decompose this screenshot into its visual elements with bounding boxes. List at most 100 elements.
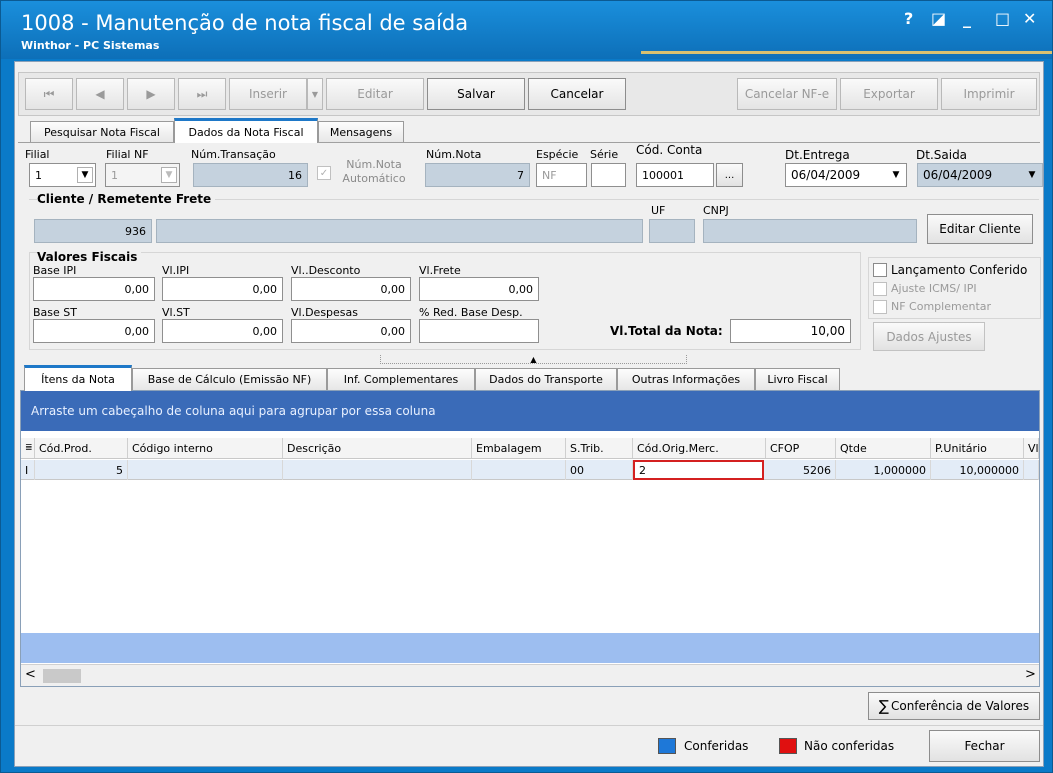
minimize-icon[interactable]: _ [963, 9, 971, 28]
fechar-button[interactable]: Fechar [929, 730, 1040, 762]
column-s-trib[interactable]: S.Trib. [566, 438, 633, 458]
scroll-left-icon[interactable]: < [25, 667, 36, 682]
table-row[interactable]: I 5 00 2 5206 1,000000 10,000000 [21, 460, 1039, 480]
column-chooser-icon[interactable]: ≣ [21, 438, 35, 458]
window-title: 1008 - Manutenção de nota fiscal de saíd… [21, 11, 469, 35]
inserir-button[interactable]: Inserir [229, 78, 307, 110]
filial-nf-select[interactable]: 1 ▼ [105, 163, 180, 187]
splitter-handle[interactable]: ▲ [380, 355, 687, 364]
vl-ipi-field[interactable]: 0,00 [162, 277, 283, 301]
chevron-down-icon[interactable]: ▼ [77, 167, 93, 183]
especie-field[interactable]: NF [536, 163, 587, 187]
serie-field[interactable] [591, 163, 626, 187]
window-subtitle: Winthor - PC Sistemas [21, 39, 160, 52]
vl-despesas-field[interactable]: 0,00 [291, 319, 411, 343]
base-ipi-field[interactable]: 0,00 [33, 277, 155, 301]
column-p-unitario[interactable]: P.Unitário [931, 438, 1024, 458]
base-st-field[interactable]: 0,00 [33, 319, 155, 343]
cell-cod-prod[interactable]: 5 [35, 460, 128, 480]
chevron-down-icon[interactable]: ▼ [1024, 167, 1040, 183]
vl-total-label: Vl.Total da Nota: [610, 324, 723, 338]
column-cod-orig-merc[interactable]: Cód.Orig.Merc. [633, 438, 766, 458]
tab-outras-informacoes[interactable]: Outras Informações [617, 368, 755, 390]
chevron-down-icon[interactable]: ▼ [888, 167, 904, 183]
cell-cod-orig-merc[interactable]: 2 [633, 460, 764, 480]
items-grid: Arraste um cabeçalho de coluna aqui para… [20, 390, 1040, 687]
sigma-icon: ∑ [878, 697, 889, 715]
lancamento-conferido-checkbox[interactable] [873, 263, 887, 277]
nf-complementar-label: NF Complementar [891, 300, 992, 313]
column-embalagem[interactable]: Embalagem [472, 438, 566, 458]
num-transacao-field: 16 [193, 163, 308, 187]
help-icon[interactable]: ? [904, 9, 913, 28]
restore-icon[interactable]: ◪ [931, 9, 946, 28]
vl-total-field[interactable]: 10,00 [730, 319, 851, 343]
cell-s-trib[interactable]: 00 [566, 460, 633, 480]
inserir-dropdown-icon[interactable]: ▼ [307, 78, 323, 110]
vl-frete-field[interactable]: 0,00 [419, 277, 539, 301]
vl-desconto-field[interactable]: 0,00 [291, 277, 411, 301]
tab-base-de-calculo[interactable]: Base de Cálculo (Emissão NF) [132, 368, 327, 390]
tab-itens-da-nota[interactable]: Ítens da Nota [24, 365, 132, 391]
horizontal-scrollbar[interactable]: < > [21, 664, 1039, 686]
tab-inf-complementares[interactable]: Inf. Complementares [327, 368, 475, 390]
num-transacao-label: Núm.Transação [191, 148, 276, 161]
row-indicator: I [21, 460, 35, 480]
filial-value: 1 [35, 168, 42, 182]
column-cfop[interactable]: CFOP [766, 438, 836, 458]
salvar-button[interactable]: Salvar [427, 78, 525, 110]
tab-dados-nota-fiscal[interactable]: Dados da Nota Fiscal [174, 118, 318, 143]
cancelar-nfe-button[interactable]: Cancelar NF-e [737, 78, 837, 110]
num-nota-auto-checkbox[interactable]: ✓ [317, 166, 331, 180]
column-codigo-interno[interactable]: Código interno [128, 438, 283, 458]
dt-saida-field[interactable]: 06/04/2009 ▼ [917, 163, 1043, 187]
column-qtde[interactable]: Qtde [836, 438, 931, 458]
maximize-icon[interactable]: □ [995, 9, 1010, 28]
scrollbar-thumb[interactable] [43, 669, 81, 683]
next-record-button[interactable]: ▶ [127, 78, 175, 110]
cell-descricao[interactable] [283, 460, 472, 480]
nf-complementar-checkbox[interactable] [873, 300, 887, 314]
vl-st-field[interactable]: 0,00 [162, 319, 283, 343]
uf-label: UF [651, 204, 666, 217]
tab-livro-fiscal[interactable]: Livro Fiscal [755, 368, 840, 390]
cancelar-button[interactable]: Cancelar [528, 78, 626, 110]
tab-dados-do-transporte[interactable]: Dados do Transporte [475, 368, 617, 390]
chevron-down-icon[interactable]: ▼ [161, 167, 177, 183]
cnpj-field [703, 219, 917, 243]
filial-select[interactable]: 1 ▼ [29, 163, 96, 187]
cell-qtde[interactable]: 1,000000 [836, 460, 931, 480]
editar-button[interactable]: Editar [326, 78, 424, 110]
group-by-panel[interactable]: Arraste um cabeçalho de coluna aqui para… [21, 391, 1039, 431]
ajuste-icms-checkbox[interactable] [873, 282, 887, 296]
imprimir-button[interactable]: Imprimir [941, 78, 1037, 110]
dados-ajustes-button[interactable]: Dados Ajustes [873, 322, 985, 351]
prev-record-button[interactable]: ◀ [76, 78, 124, 110]
close-icon[interactable]: ✕ [1023, 9, 1036, 28]
client-area: ⏮ ◀ ▶ ⏭ Inserir ▼ Editar Salvar Cancelar… [14, 61, 1044, 767]
cod-conta-lookup-button[interactable]: ... [716, 163, 743, 187]
vl-frete-label: Vl.Frete [419, 264, 461, 277]
dt-entrega-field[interactable]: 06/04/2009 ▼ [785, 163, 907, 187]
red-base-field[interactable] [419, 319, 539, 343]
conferencia-valores-button[interactable]: ∑ Conferência de Valores [868, 692, 1040, 720]
legend-nao-conferidas-label: Não conferidas [804, 739, 895, 753]
column-descricao[interactable]: Descrição [283, 438, 472, 458]
scroll-right-icon[interactable]: > [1025, 667, 1036, 682]
tab-mensagens[interactable]: Mensagens [318, 121, 404, 143]
ajuste-icms-label: Ajuste ICMS/ IPI [891, 282, 977, 295]
column-cod-prod[interactable]: Cód.Prod. [35, 438, 128, 458]
editar-cliente-button[interactable]: Editar Cliente [927, 214, 1033, 244]
cell-codigo-interno[interactable] [128, 460, 283, 480]
cell-p-unitario[interactable]: 10,000000 [931, 460, 1024, 480]
cell-cfop[interactable]: 5206 [766, 460, 836, 480]
column-vl-d[interactable]: Vl.D [1024, 438, 1039, 458]
cell-vl-d[interactable] [1024, 460, 1039, 480]
last-record-button[interactable]: ⏭ [178, 78, 226, 110]
cod-conta-field[interactable]: 100001 [636, 163, 714, 187]
exportar-button[interactable]: Exportar [840, 78, 938, 110]
cell-embalagem[interactable] [472, 460, 566, 480]
tab-pesquisar-nota-fiscal[interactable]: Pesquisar Nota Fiscal [30, 121, 174, 143]
first-record-button[interactable]: ⏮ [25, 78, 73, 110]
conferencia-label: Conferência de Valores [890, 699, 1030, 713]
